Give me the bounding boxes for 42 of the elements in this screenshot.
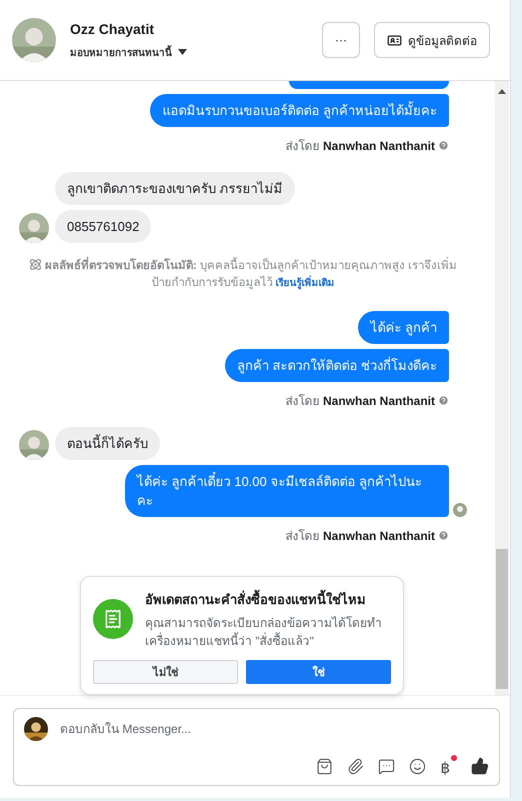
receipt-icon (93, 599, 133, 640)
notification-dot (451, 755, 457, 761)
assign-dropdown[interactable]: มอบหมายการสนทนานี้ (70, 44, 308, 60)
payment-button[interactable]: ฿ (440, 755, 457, 777)
avatar (19, 430, 49, 460)
no-button[interactable]: ไม่ใช่ (93, 660, 238, 684)
chat-icon[interactable] (378, 758, 396, 774)
received-message: 0855761092 (55, 210, 152, 244)
smiley-icon[interactable] (409, 758, 426, 774)
sent-by-label: ส่งโดย Nanwhan Nanthanit (286, 136, 449, 156)
scroll-up-icon[interactable] (498, 89, 506, 94)
yes-button[interactable]: ใช่ (246, 660, 391, 684)
contact-card-icon (387, 32, 402, 48)
avatar (19, 213, 49, 244)
help-icon[interactable] (438, 395, 449, 406)
atom-icon (28, 258, 42, 272)
contact-info-button[interactable]: ดูข้อมูลติดต่อ (374, 22, 490, 58)
help-icon[interactable] (438, 140, 449, 152)
sent-message: ได้ค่ะ ลูกค้าเดี๋ยว 10.00 จะมีเชลล์ติดต่อ ลูกค้าไปนะคะ (125, 465, 449, 518)
received-message: ลูกเขาติดภาระของเขาครับ ภรรยาไม่มี (55, 172, 295, 206)
page-avatar (24, 717, 48, 742)
sent-by-label: ส่งโดย Nanwhan Nanthanit (286, 526, 449, 546)
received-message: ตอนนี้ก็ได้ครับ (55, 427, 160, 460)
auto-detect-notice: ผลลัพธ์ที่ตรวจพบโดยอัตโนมัติ: บุคคลนี้อาจเป็นลูกค้าเป้าหมายคุณภาพสูง เราจึงเพิ่มป้ายกำกับการรับข้อมูลไว้ เรียนรู้เพิ่มเติม (19, 258, 467, 292)
avatar (12, 18, 56, 62)
card-text: คุณสามารถจัดระเบียบกล่องข้อความได้โดยทำเครื่องหมายแชทนี้ว่า "สั่งซื้อแล้ว" (145, 615, 383, 650)
shopping-bag-icon[interactable] (316, 758, 334, 774)
card-title: อัพเดตสถานะคำสั่งซื้อของแชทนี้ใช่ไหม (145, 589, 391, 610)
sent-by-label: ส่งโดย Nanwhan Nanthanit (286, 391, 449, 410)
reply-field[interactable]: ตอบกลับใน Messenger... ฿ (13, 708, 500, 786)
sent-message: ลูกค้า สะดวกให้ติดต่อ ช่วงกี่โมงดีคะ (224, 349, 449, 382)
scrollbar-thumb[interactable] (496, 549, 508, 690)
more-button[interactable]: ··· (322, 22, 360, 58)
scrollbar[interactable] (495, 81, 509, 696)
paperclip-icon[interactable] (347, 758, 364, 774)
help-icon[interactable] (438, 530, 449, 542)
learn-more-link[interactable]: เรียนรู้เพิ่มเติม (276, 278, 335, 290)
caret-icon (178, 49, 187, 56)
sent-message: แอดมินรบกวนขอเบอร์ติดต่อ ลูกค้าหน่อยได้มั้ยคะ (150, 94, 449, 128)
contact-name: Ozz Chayatit (70, 20, 156, 37)
thumbs-up-icon[interactable] (471, 757, 489, 775)
sent-message: ได้ค่ะ ลูกค้า (358, 311, 449, 344)
